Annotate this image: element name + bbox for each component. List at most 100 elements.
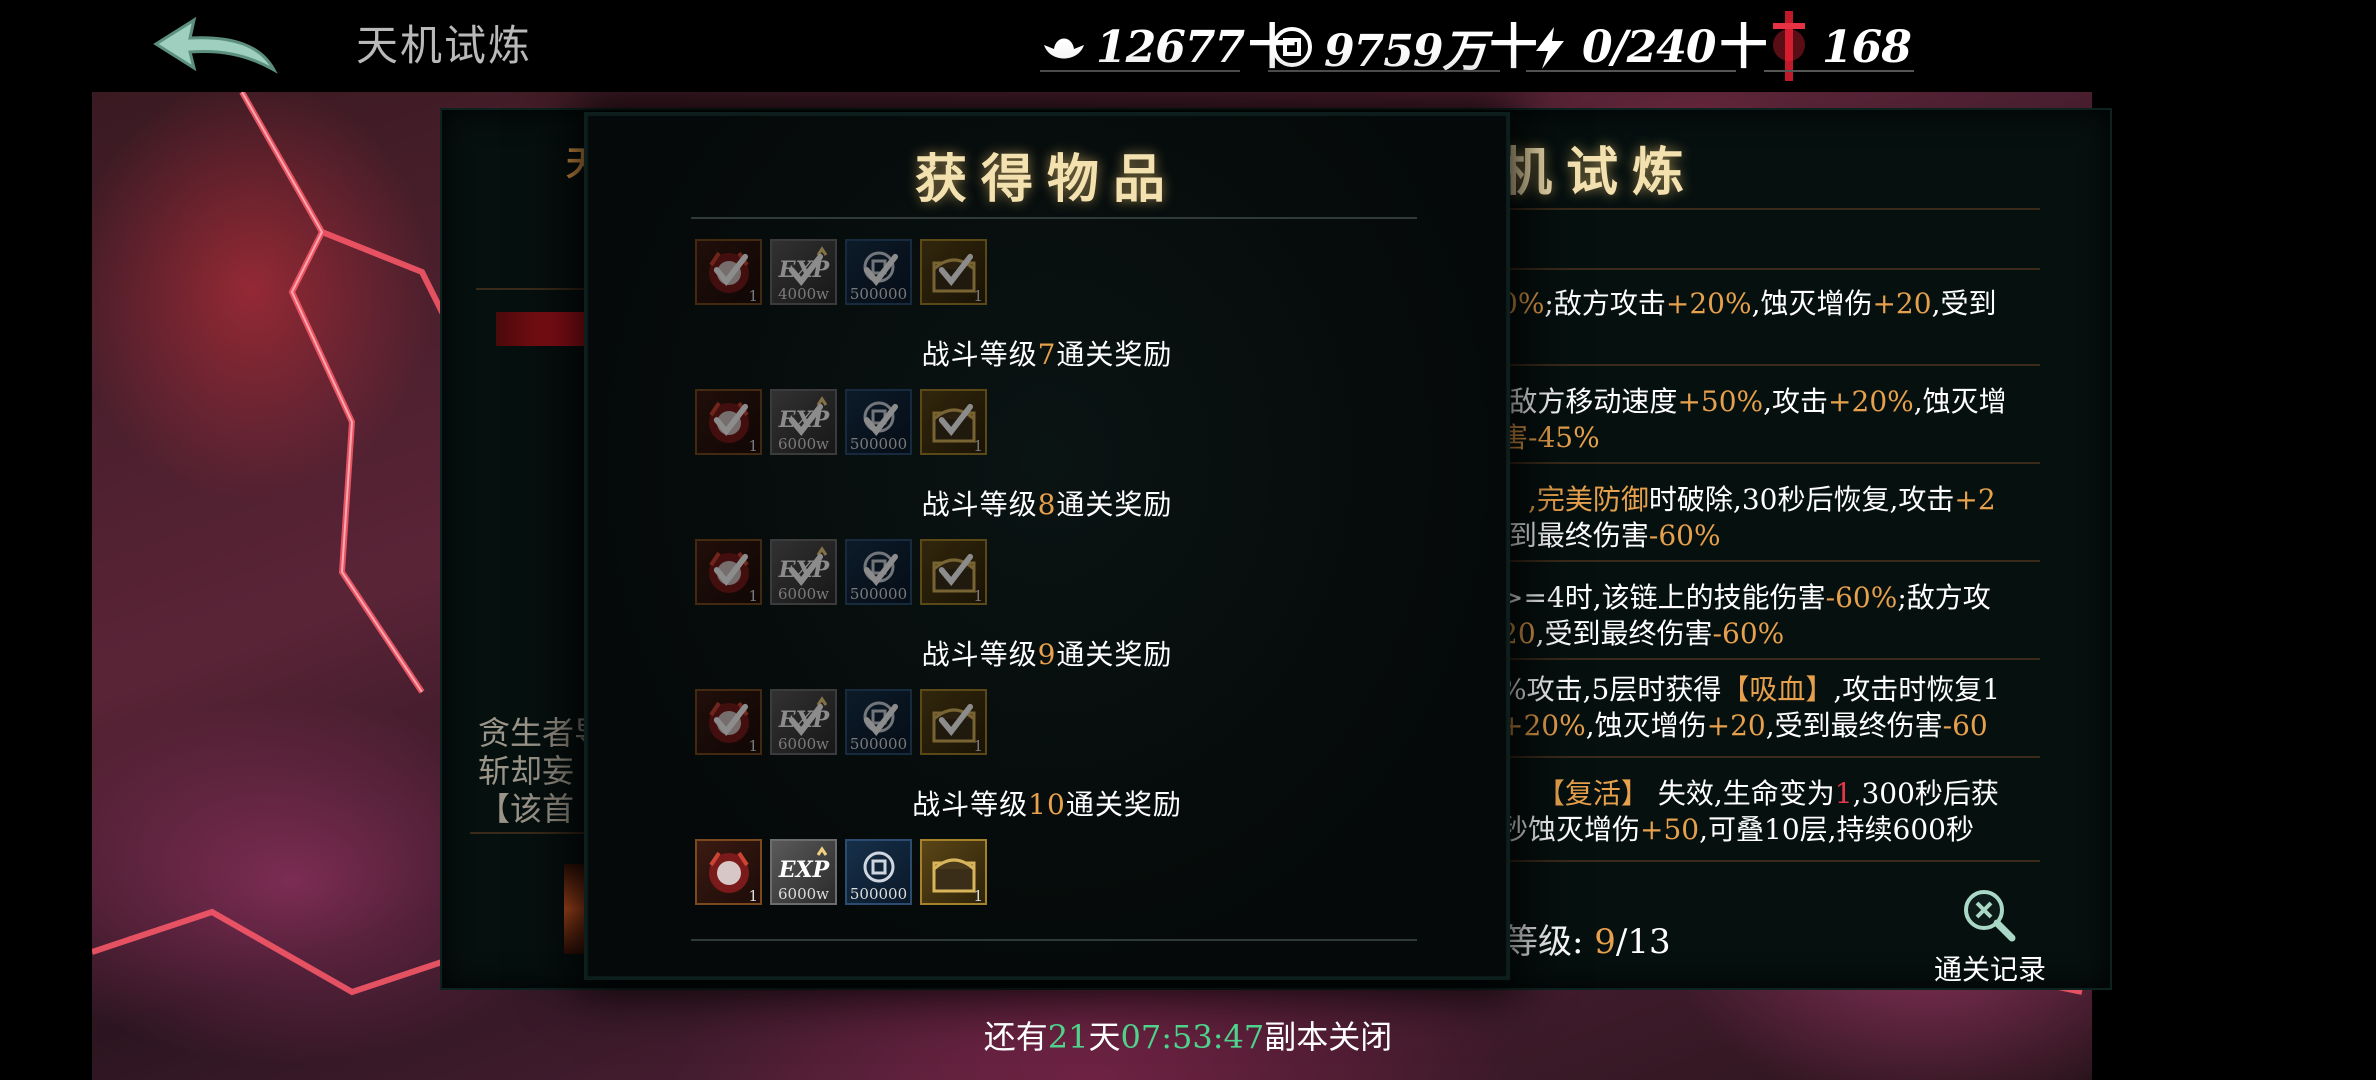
reward-item-exp[interactable]: EXP 6000w (770, 539, 837, 605)
modifier-line: %攻击,5层时获得【吸血】,攻击时恢复1 (1500, 673, 2001, 706)
reward-item-mask[interactable]: 1 (695, 839, 762, 905)
resource-divider (1040, 70, 1240, 72)
check-icon (938, 553, 974, 586)
page-title: 天机试炼 (356, 21, 533, 70)
reward-label: 战斗等级10通关奖励 (912, 788, 1182, 821)
check-icon (863, 553, 899, 586)
left-red-bar (496, 312, 590, 346)
coin-icon (1272, 27, 1312, 67)
svg-text:EXP: EXP (778, 857, 831, 883)
item-count: 1 (973, 287, 983, 305)
reward-item-exp[interactable]: EXP 6000w (770, 689, 837, 755)
item-quantity: 6000w (777, 435, 829, 453)
modal-title: 获得物品 (914, 149, 1179, 210)
reward-item-coin[interactable]: 500000 (845, 239, 912, 305)
back-arrow-button[interactable] (150, 14, 280, 80)
resource-divider (1526, 70, 1736, 72)
reward-item-exp[interactable]: EXP 6000w (770, 389, 837, 455)
reward-row: 1 EXP 6000w 500000 1 (695, 539, 987, 605)
check-icon (788, 253, 824, 286)
left-text-line: 【该首 (478, 790, 575, 828)
rp-divider (1500, 756, 2040, 758)
reward-item-coin[interactable]: 500000 (845, 539, 912, 605)
coin-resource: 9759万 十 (1268, 18, 1537, 77)
reward-item-exp[interactable]: EXP 6000w (770, 839, 837, 905)
reward-item-chest[interactable]: 1 (920, 389, 987, 455)
reward-item-mask[interactable]: 1 (695, 239, 762, 305)
trial-title: 机试炼 (1500, 142, 1699, 203)
check-icon (938, 253, 974, 286)
reward-item-mask[interactable]: 1 (695, 539, 762, 605)
item-quantity: 6000w (777, 585, 829, 603)
left-text-line: 斩却妄 (478, 752, 575, 790)
check-icon (713, 703, 749, 736)
item-count: 1 (973, 887, 983, 905)
item-count: 1 (748, 737, 758, 755)
ingot-resource: 12677 十 (1040, 18, 1296, 76)
rewards-modal: 获得物品 1 EXP 4000w 500000 1 战斗等级7通关奖励 1 EXP 6000w 5… (584, 112, 1510, 980)
reward-item-chest[interactable]: 1 (920, 689, 987, 755)
item-quantity: 500000 (849, 585, 908, 603)
modifier-line: 秒蚀灭增伤+50,可叠10层,持续600秒 (1500, 813, 1974, 846)
check-icon (788, 703, 824, 736)
check-icon (863, 403, 899, 436)
item-count: 1 (748, 437, 758, 455)
rp-divider (1500, 208, 2040, 210)
item-quantity: 500000 (849, 435, 908, 453)
check-icon (938, 403, 974, 436)
modifier-line: 0%;敌方攻击+20%,蚀灭增伤+20,受到 (1500, 287, 1997, 320)
item-count: 1 (748, 887, 758, 905)
modal-divider (691, 939, 1417, 941)
check-icon (713, 253, 749, 286)
modifier-line: ,到最终伤害-60% (1500, 519, 1721, 552)
item-count: 1 (748, 287, 758, 305)
left-divider (470, 832, 590, 834)
left-panel-peek: 天 (440, 108, 600, 986)
reward-row: 1 EXP 6000w 500000 1 (695, 839, 987, 905)
item-count: 1 (973, 737, 983, 755)
reward-item-coin[interactable]: 500000 (845, 689, 912, 755)
clear-record-button[interactable]: 通关记录 (1928, 886, 2052, 986)
magnifier-icon (1964, 890, 2016, 942)
modifier-line: 】,完美防御时破除,30秒后恢复,攻击+2 (1500, 483, 1996, 516)
left-divider (476, 288, 590, 290)
reward-item-mask[interactable]: 1 (695, 689, 762, 755)
rp-divider (1500, 462, 2040, 464)
rp-divider (1500, 364, 2040, 366)
stamina-resource: 0/240 十 (1526, 18, 1768, 76)
resource-divider (1764, 70, 1914, 72)
reward-item-chest[interactable]: 1 (920, 539, 987, 605)
reward-label: 战斗等级7通关奖励 (921, 338, 1173, 371)
add-stamina-button[interactable]: 十 (1720, 23, 1768, 71)
modifier-line: >=4时,该链上的技能伤害-60%;敌方攻 (1500, 581, 1991, 614)
item-count: 1 (748, 587, 758, 605)
instance-close-timer: 还有21天07:53:47副本关闭 (983, 1018, 1393, 1056)
rp-divider (1500, 658, 2040, 660)
check-icon (863, 253, 899, 286)
modifier-line: 害-45% (1500, 421, 1600, 454)
reward-item-coin[interactable]: 500000 (845, 389, 912, 455)
check-icon (863, 703, 899, 736)
modifier-line: ;敌方移动速度+50%,攻击+20%,蚀灭增 (1500, 385, 2007, 418)
check-icon (788, 553, 824, 586)
sword-resource: 168 (1764, 11, 1912, 81)
reward-item-chest[interactable]: 1 (920, 839, 987, 905)
reward-item-exp[interactable]: EXP 4000w (770, 239, 837, 305)
check-icon (713, 403, 749, 436)
check-icon (938, 703, 974, 736)
reward-item-chest[interactable]: 1 (920, 239, 987, 305)
item-quantity: 6000w (777, 885, 829, 903)
lightning-icon (1536, 27, 1564, 69)
rp-divider (1500, 560, 2040, 562)
item-quantity: 4000w (777, 285, 829, 303)
reward-item-coin[interactable]: 500000 (845, 839, 912, 905)
item-count: 1 (973, 587, 983, 605)
back-arrow-icon (153, 16, 278, 74)
top-bar: 天机试炼 12677 十 9759万 十 0/240 十 168 (0, 0, 2376, 92)
check-icon (788, 403, 824, 436)
modifier-line: 】 【复活】 失效,生命变为1,300秒后获 (1500, 777, 1999, 810)
reward-row: 1 EXP 6000w 500000 1 (695, 689, 987, 755)
check-icon (713, 553, 749, 586)
reward-row: 1 EXP 4000w 500000 1 (695, 239, 987, 305)
reward-item-mask[interactable]: 1 (695, 389, 762, 455)
